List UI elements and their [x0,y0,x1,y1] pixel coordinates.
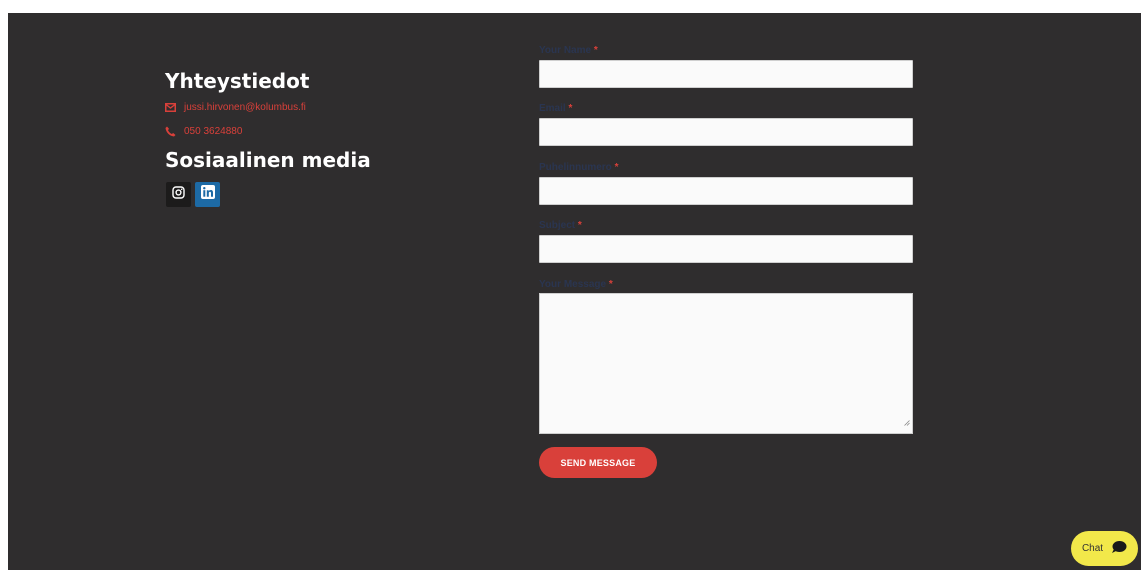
required-marker: * [577,220,582,231]
required-marker: * [593,45,598,56]
message-textarea[interactable] [539,293,913,434]
social-heading: Sosiaalinen media [165,148,371,172]
email-label: Email * [539,103,573,114]
required-marker: * [614,162,619,173]
envelope-icon [165,103,176,112]
phone-icon [165,126,176,137]
phone-number: 050 3624880 [184,126,243,137]
contact-section [8,13,1141,570]
chat-bubble-icon [1111,540,1127,557]
instagram-link[interactable] [166,182,191,207]
send-message-button[interactable]: SEND MESSAGE [539,447,657,478]
chat-button[interactable]: Chat [1071,531,1138,566]
phone-link[interactable]: 050 3624880 [165,126,242,137]
email-address: jussi.hirvonen@kolumbus.fi [184,102,306,113]
phone-label: Puhelinnumero * [539,162,619,173]
resize-handle-icon[interactable] [904,413,910,431]
name-input[interactable] [539,60,913,88]
message-label: Your Message * [539,279,613,290]
required-marker: * [568,103,573,114]
email-link[interactable]: jussi.hirvonen@kolumbus.fi [165,102,306,113]
subject-label: Subject * [539,220,582,231]
name-label: Your Name * [539,45,598,56]
chat-label: Chat [1081,543,1104,554]
linkedin-link[interactable] [195,182,220,207]
subject-input[interactable] [539,235,913,263]
email-input[interactable] [539,118,913,146]
required-marker: * [608,279,613,290]
phone-input[interactable] [539,177,913,205]
contact-heading: Yhteystiedot [165,69,310,93]
linkedin-icon [200,185,215,204]
instagram-icon [172,185,185,204]
